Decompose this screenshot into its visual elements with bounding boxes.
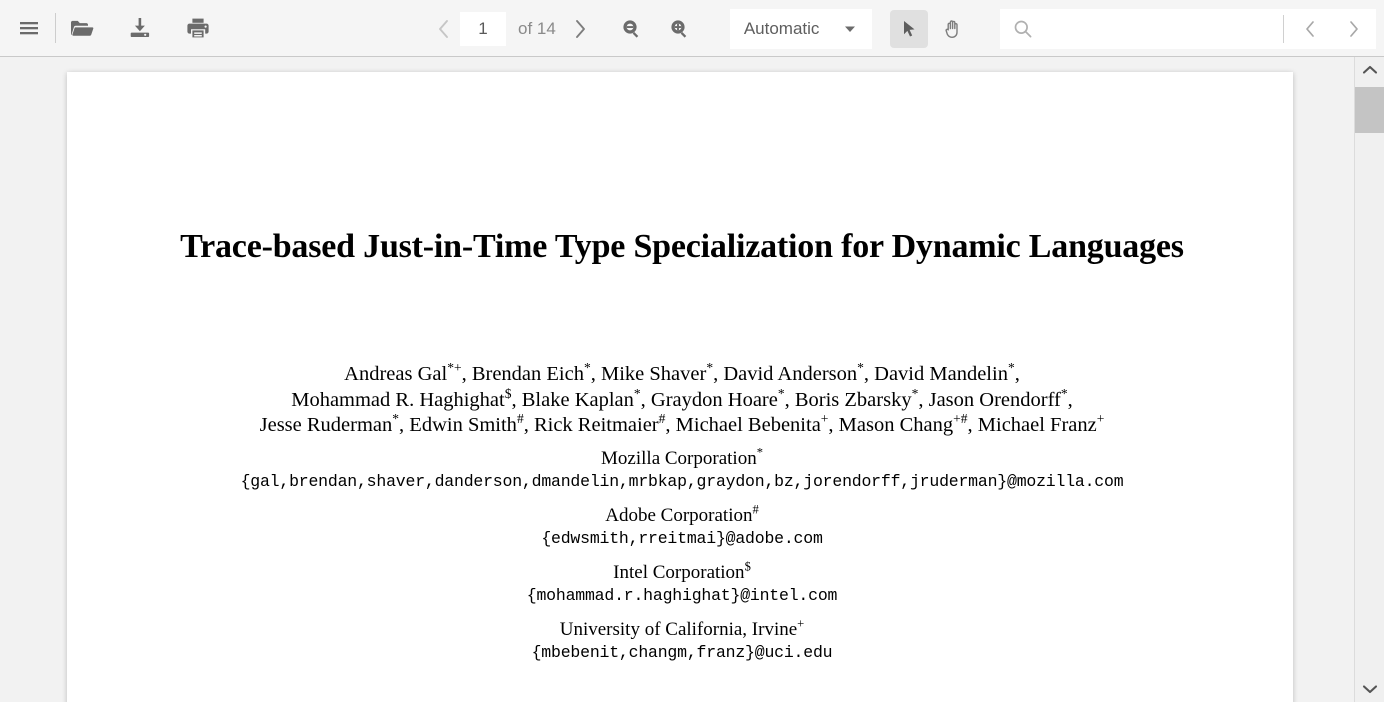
affiliation-name: Mozilla Corporation* [127, 445, 1237, 471]
affiliation-name-text: Intel Corporation [613, 562, 745, 583]
affiliation-marker: * [583, 360, 591, 376]
affiliation-marker: $ [504, 385, 512, 401]
affiliation-marker: + [820, 411, 829, 427]
hand-tool-button[interactable] [934, 10, 972, 48]
print-icon [187, 18, 209, 38]
affiliation-block: Adobe Corporation# {edwsmith,rreitmai}@a… [127, 502, 1237, 550]
page-number-input[interactable] [460, 11, 506, 46]
chevron-left-icon [438, 19, 448, 38]
affiliation-marker: + [1096, 411, 1105, 427]
toolbar-center-group: of 14 [428, 0, 978, 57]
affiliation-marker: * [1060, 385, 1068, 401]
download-icon [130, 18, 150, 37]
pdf-toolbar: of 14 [0, 0, 1384, 57]
toolbar-left-group [0, 8, 236, 48]
zoom-controls [612, 9, 708, 49]
zoom-in-icon [671, 19, 687, 38]
search-icon-container [1000, 9, 1046, 49]
text-selection-tool-button[interactable] [889, 9, 928, 48]
chevron-right-icon [1350, 21, 1358, 37]
search-next-button[interactable] [1332, 9, 1376, 49]
search-previous-button[interactable] [1288, 9, 1332, 49]
affiliation-marker: * [857, 360, 864, 376]
vertical-scrollbar[interactable] [1354, 57, 1384, 702]
hamburger-menu-icon [20, 22, 38, 35]
zoom-in-button[interactable] [660, 9, 700, 49]
affiliation-email: {edwsmith,rreitmai}@adobe.com [541, 529, 823, 548]
zoom-scale-value: Automatic [743, 18, 820, 38]
cursor-tool-group [889, 9, 978, 48]
chevron-up-icon [1362, 65, 1378, 74]
affiliation-marker: # [752, 502, 759, 517]
hand-icon [945, 19, 958, 38]
chevron-right-icon [576, 19, 586, 38]
search-input[interactable] [1046, 10, 1279, 48]
affiliation-block: Intel Corporation$ {mohammad.r.haghighat… [127, 559, 1237, 607]
affiliation-name-text: Adobe Corporation [605, 505, 753, 526]
author-line: Andreas Gal*+, Brendan Eich*, Mike Shave… [344, 360, 1020, 385]
affiliation-marker: +# [953, 411, 968, 427]
affiliation-marker: * [392, 411, 400, 427]
affiliation-email: {mbebenit,changm,franz}@uci.edu [531, 643, 833, 662]
cursor-arrow-icon [903, 20, 915, 36]
page-count-label: of 14 [518, 18, 556, 38]
search-divider [1283, 15, 1284, 43]
affiliation-marker: *+ [447, 360, 462, 376]
pdf-page-1: Trace-based Just-in-Time Type Specializa… [67, 72, 1293, 702]
download-button[interactable] [120, 8, 160, 48]
chevron-down-icon [1362, 685, 1378, 694]
affiliation-marker: * [911, 385, 919, 401]
zoom-scale-select[interactable]: Automatic [729, 8, 872, 49]
toolbar-divider [55, 13, 56, 43]
affiliation-name: University of California, Irvine+ [127, 616, 1237, 642]
affiliation-marker: * [706, 360, 714, 376]
search-icon [1014, 20, 1032, 38]
chevron-down-icon [844, 26, 855, 32]
zoom-out-icon [623, 19, 639, 38]
previous-page-button[interactable] [428, 9, 458, 49]
affiliation-marker: * [756, 445, 763, 460]
scroll-down-button[interactable] [1355, 676, 1384, 702]
affiliation-block: Mozilla Corporation* {gal,brendan,shaver… [127, 445, 1237, 493]
pdf-viewer-area[interactable]: Trace-based Just-in-Time Type Specializa… [0, 57, 1384, 702]
sidebar-toggle-button[interactable] [9, 8, 49, 48]
affiliation-marker: # [658, 411, 666, 427]
affiliation-marker: * [777, 385, 785, 401]
author-list: Andreas Gal*+, Brendan Eich*, Mike Shave… [127, 360, 1237, 439]
affiliation-marker: # [516, 411, 524, 427]
folder-open-icon [71, 20, 94, 36]
affiliation-block: University of California, Irvine+ {mbebe… [127, 616, 1237, 664]
scrollbar-thumb[interactable] [1355, 87, 1384, 133]
affiliation-email: {mohammad.r.haghighat}@intel.com [526, 586, 838, 605]
paper-title: Trace-based Just-in-Time Type Specializa… [180, 228, 1184, 265]
affiliation-marker: + [797, 616, 805, 631]
chevron-left-icon [1306, 21, 1314, 37]
affiliation-name-text: Mozilla Corporation [601, 448, 757, 469]
affiliation-email: {gal,brendan,shaver,danderson,dmandelin,… [240, 472, 1124, 491]
affiliation-marker: $ [744, 559, 751, 574]
affiliation-marker: * [1007, 360, 1015, 376]
affiliation-marker: * [633, 385, 641, 401]
author-line: Jesse Ruderman*, Edwin Smith#, Rick Reit… [259, 411, 1105, 436]
next-page-button[interactable] [566, 9, 596, 49]
author-line: Mohammad R. Haghighat$, Blake Kaplan*, G… [291, 385, 1073, 411]
print-button[interactable] [178, 8, 218, 48]
affiliation-list: Mozilla Corporation* {gal,brendan,shaver… [127, 445, 1237, 675]
affiliation-name: Adobe Corporation# [127, 502, 1237, 528]
zoom-out-button[interactable] [612, 9, 652, 49]
open-file-button[interactable] [62, 8, 102, 48]
affiliation-name: Intel Corporation$ [127, 559, 1237, 585]
search-bar [1000, 9, 1376, 49]
affiliation-name-text: University of California, Irvine [559, 619, 798, 640]
scroll-up-button[interactable] [1355, 57, 1384, 83]
